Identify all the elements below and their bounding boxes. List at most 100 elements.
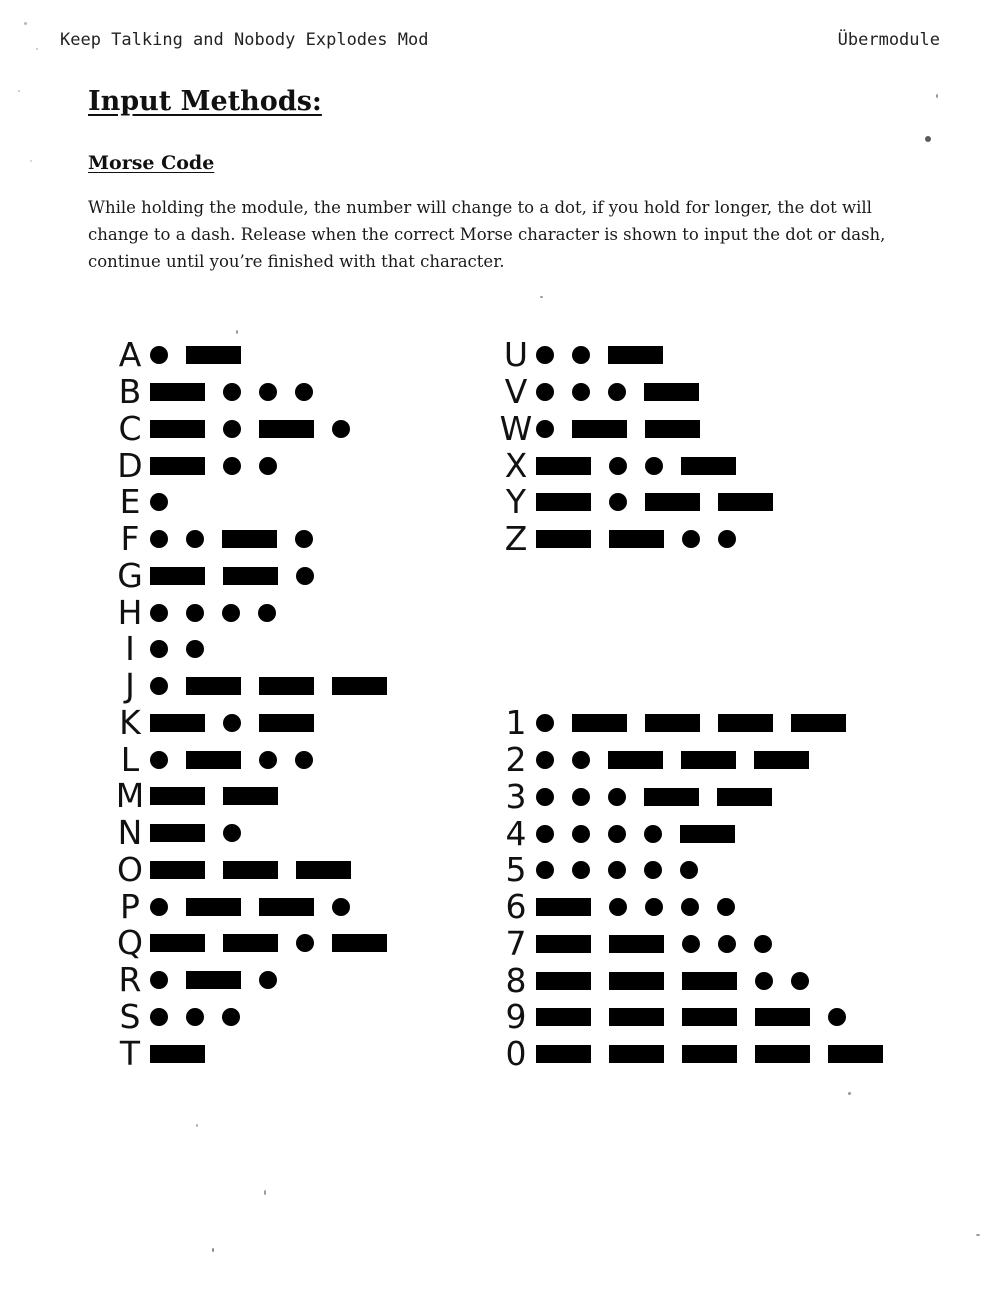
morse-dash <box>150 419 205 438</box>
morse-dash <box>259 419 314 438</box>
morse-character: Z <box>504 519 528 559</box>
morse-dot <box>718 934 736 953</box>
morse-row: N <box>110 815 405 852</box>
morse-dot <box>536 419 554 438</box>
morse-code-symbols <box>150 787 296 806</box>
morse-code-symbols <box>150 456 295 475</box>
morse-row: Q <box>110 925 405 962</box>
morse-dash <box>150 456 205 475</box>
page-title: Input Methods: <box>88 86 322 117</box>
morse-code-symbols <box>536 824 753 843</box>
morse-dash <box>536 1045 591 1064</box>
morse-character: 9 <box>505 997 527 1037</box>
morse-character: F <box>120 519 140 559</box>
paper-speck <box>264 1190 266 1195</box>
paper-speck <box>30 160 32 162</box>
morse-row: T <box>110 1035 405 1072</box>
morse-dash <box>186 971 241 990</box>
morse-dash <box>645 714 700 733</box>
morse-dash <box>680 824 735 843</box>
morse-character: K <box>119 702 141 742</box>
morse-character: B <box>118 372 142 412</box>
morse-character: T <box>119 1033 141 1073</box>
morse-dot <box>754 934 772 953</box>
morse-code-symbols <box>150 677 405 696</box>
morse-code-symbols <box>536 1045 901 1064</box>
morse-character: Y <box>505 482 527 522</box>
morse-code-symbols <box>150 713 332 732</box>
morse-dash <box>259 713 314 732</box>
morse-dash <box>222 530 277 549</box>
morse-code-symbols <box>536 530 754 549</box>
morse-character: D <box>117 445 143 485</box>
morse-dot <box>536 824 554 843</box>
header-module-name: Übermodule <box>837 30 940 50</box>
morse-dash <box>609 530 664 549</box>
paper-speck <box>36 48 38 50</box>
paper-speck <box>18 90 20 92</box>
morse-dot <box>223 456 241 475</box>
morse-dot <box>186 640 204 659</box>
morse-character: A <box>118 335 142 375</box>
morse-dash <box>609 1008 664 1027</box>
morse-row: V <box>496 374 791 411</box>
morse-dot <box>150 750 168 769</box>
morse-dot <box>608 383 626 402</box>
morse-dash <box>717 787 772 806</box>
morse-code-symbols <box>536 751 827 770</box>
morse-character: X <box>504 445 528 485</box>
morse-code-symbols <box>150 640 222 659</box>
morse-dot <box>258 603 276 622</box>
morse-dash <box>150 713 205 732</box>
morse-dot <box>223 383 241 402</box>
morse-dot <box>295 530 313 549</box>
morse-dot <box>536 383 554 402</box>
morse-code-symbols <box>150 530 331 549</box>
morse-dot <box>223 824 241 843</box>
morse-row: 0 <box>496 1036 901 1073</box>
morse-dot <box>295 383 313 402</box>
morse-dot <box>680 861 698 880</box>
morse-dot <box>150 530 168 549</box>
morse-character: E <box>119 482 141 522</box>
morse-code-symbols <box>150 897 368 916</box>
morse-dot <box>186 603 204 622</box>
morse-row: I <box>110 631 405 668</box>
morse-code-symbols <box>150 383 331 402</box>
morse-dot <box>682 934 700 953</box>
morse-row: L <box>110 741 405 778</box>
morse-dash <box>609 934 664 953</box>
morse-dot <box>223 419 241 438</box>
morse-character: 4 <box>505 813 527 853</box>
morse-character: V <box>504 372 528 412</box>
morse-dot <box>717 898 735 917</box>
morse-character: N <box>117 813 143 853</box>
paper-speck <box>540 296 543 298</box>
morse-dot <box>572 824 590 843</box>
morse-dash <box>681 751 736 770</box>
morse-dash <box>223 566 278 585</box>
morse-dash <box>608 751 663 770</box>
morse-dot <box>259 971 277 990</box>
morse-dot <box>609 493 627 512</box>
morse-code-symbols <box>150 566 332 585</box>
morse-character: 8 <box>505 960 527 1000</box>
morse-dot <box>572 751 590 770</box>
morse-dot <box>755 971 773 990</box>
morse-dot <box>295 750 313 769</box>
morse-code-symbols <box>150 860 369 879</box>
morse-code-symbols <box>536 383 717 402</box>
paper-speck <box>976 1234 980 1236</box>
morse-dot <box>536 346 554 365</box>
morse-dash <box>645 493 700 512</box>
morse-dash <box>718 714 773 733</box>
morse-dash <box>681 456 736 475</box>
morse-dash <box>150 824 205 843</box>
morse-character: R <box>118 960 142 1000</box>
morse-code-symbols <box>536 419 718 438</box>
morse-dot <box>572 787 590 806</box>
morse-dot <box>608 787 626 806</box>
morse-dash <box>645 419 700 438</box>
morse-dash <box>223 934 278 953</box>
morse-dot <box>608 861 626 880</box>
